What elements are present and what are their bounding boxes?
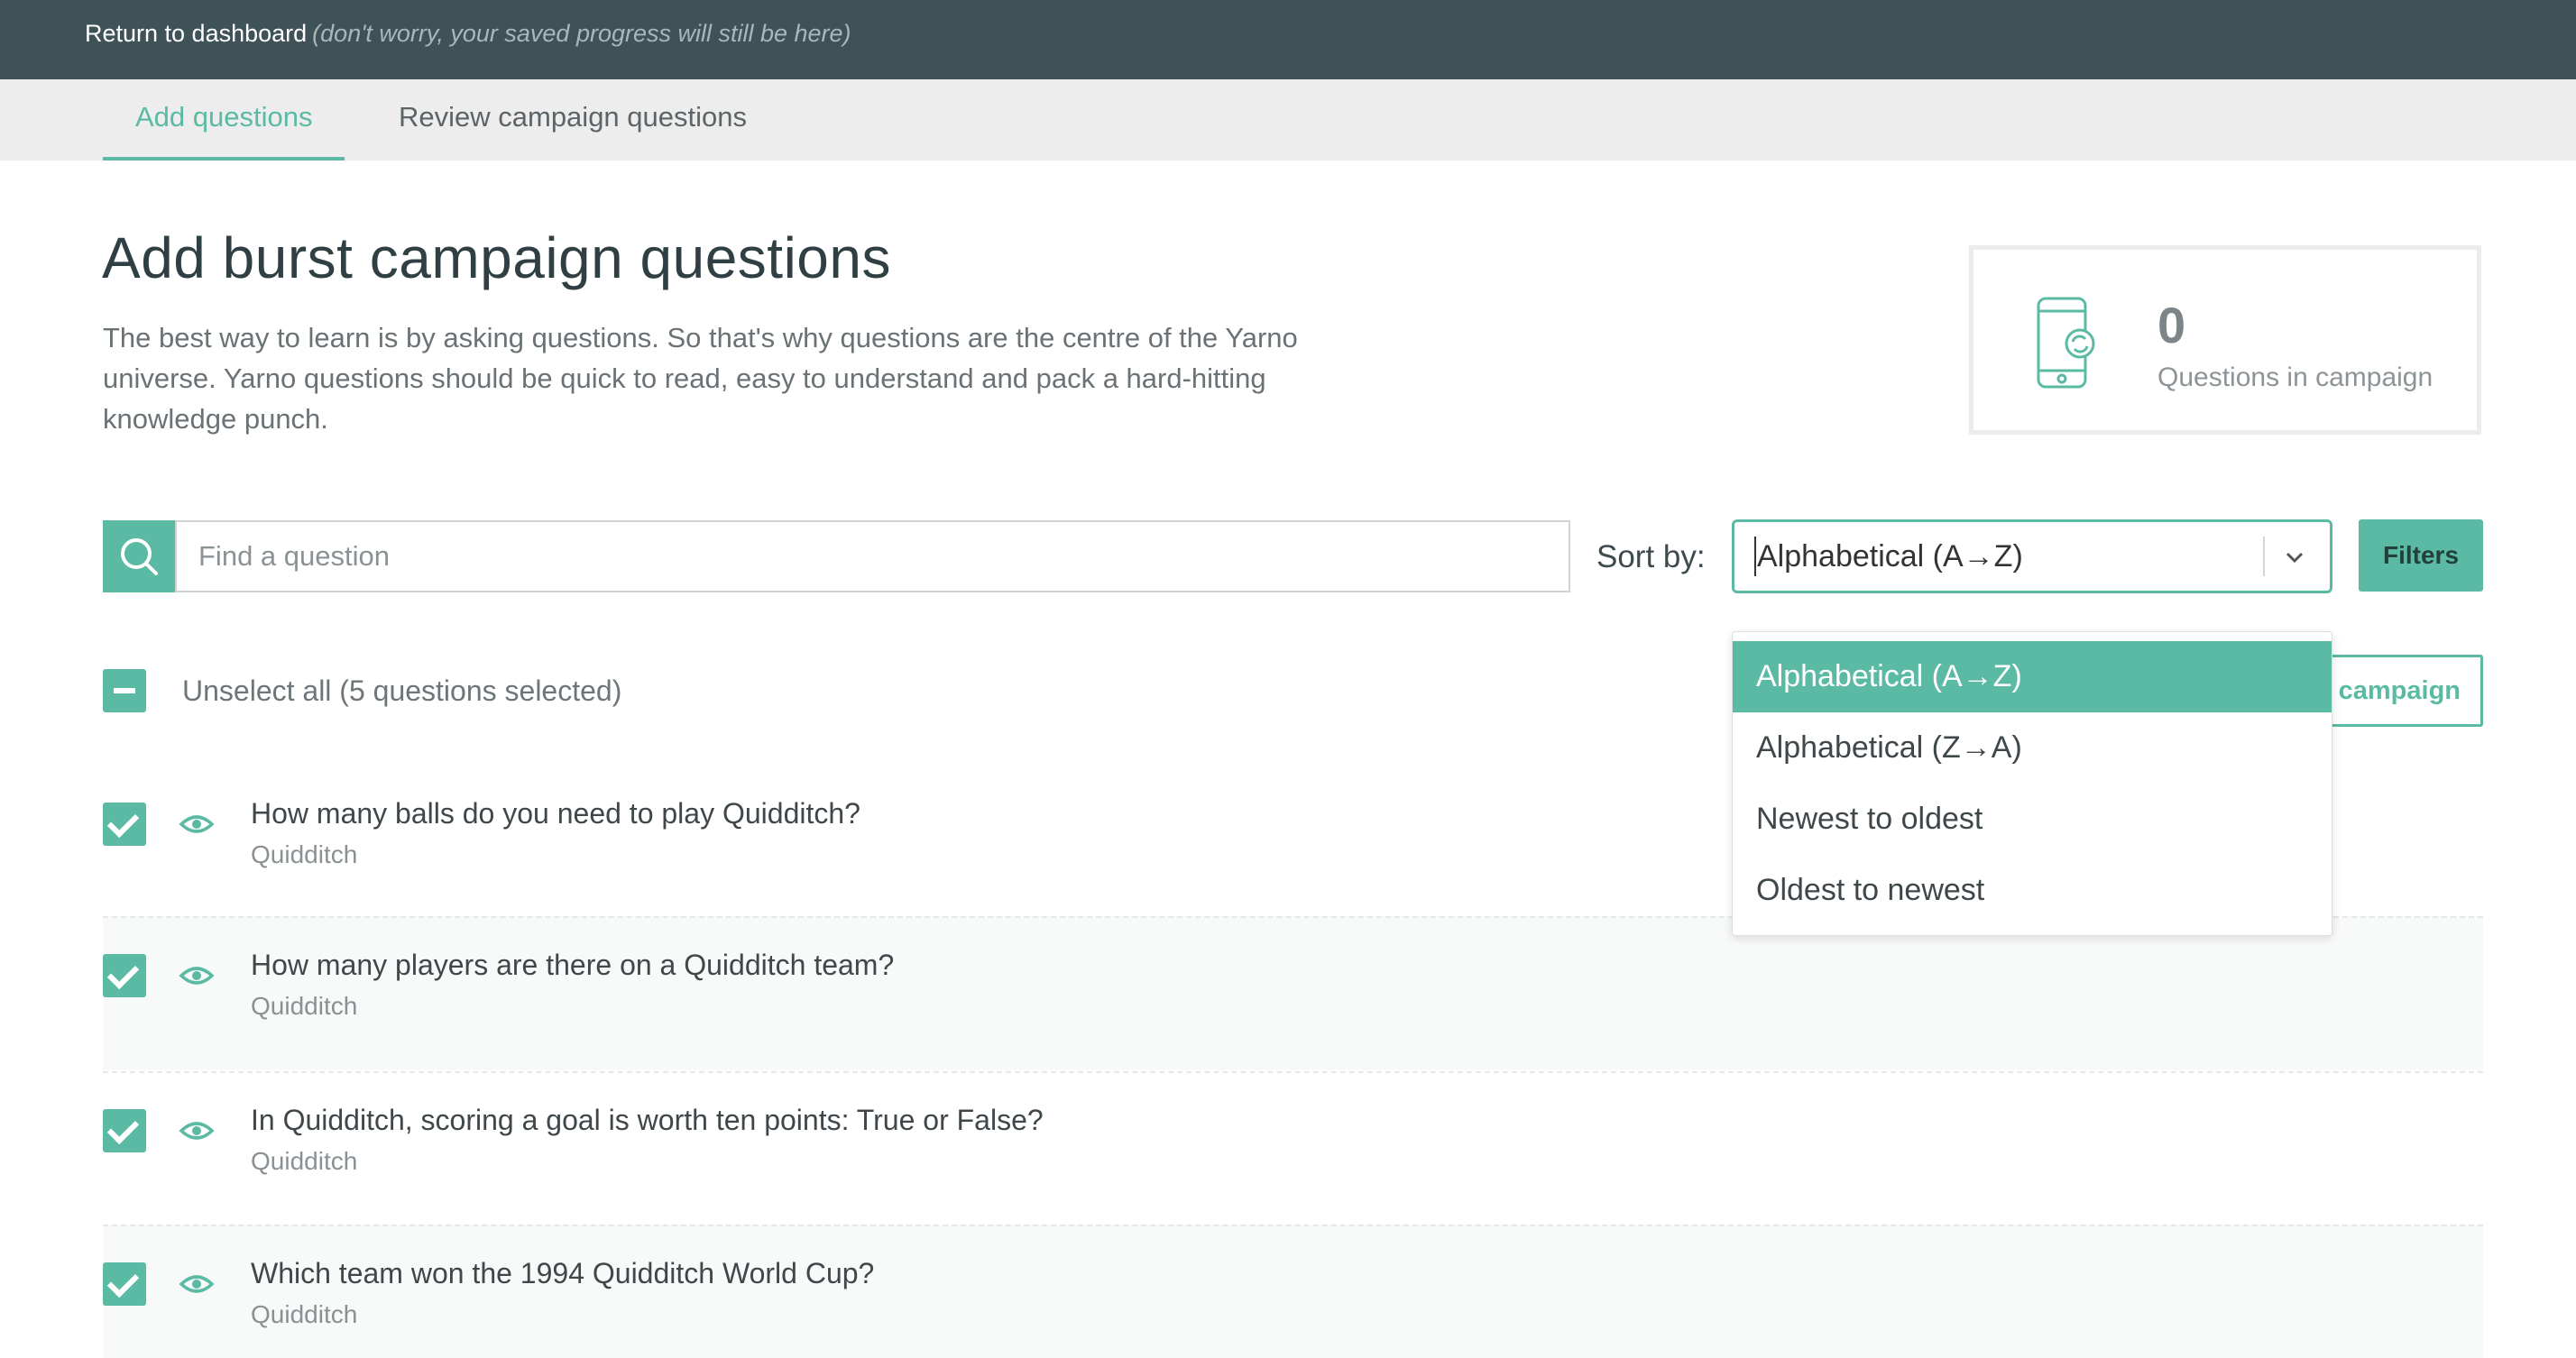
unselect-all-label[interactable]: Unselect all (5 questions selected) [182, 671, 621, 711]
question-checkbox[interactable] [103, 1109, 146, 1152]
tab-bar: Add questions Review campaign questions [0, 79, 2576, 161]
return-to-dashboard-link[interactable]: Return to dashboard (don't worry, your sa… [85, 17, 851, 50]
question-tag: Quidditch [251, 1147, 358, 1175]
question-tag: Quidditch [251, 992, 358, 1020]
search-icon [121, 538, 158, 575]
return-label[interactable]: Return to dashboard [85, 20, 307, 47]
question-text: How many balls do you need to play Quidd… [251, 797, 860, 830]
question-text: In Quidditch, scoring a goal is worth te… [251, 1104, 1044, 1136]
filters-button[interactable]: Filters [2359, 519, 2483, 592]
eye-icon[interactable] [179, 1271, 215, 1297]
sort-option-alpha-asc[interactable]: Alphabetical (A→Z) [1733, 641, 2332, 712]
sort-separator [2263, 537, 2265, 576]
question-tag: Quidditch [251, 1300, 358, 1328]
sort-option-newest[interactable]: Newest to oldest [1733, 784, 2332, 855]
questions-count-card: 0 Questions in campaign [1969, 245, 2481, 435]
chevron-down-icon[interactable] [2281, 544, 2308, 571]
question-row[interactable]: In Quidditch, scoring a goal is worth te… [103, 1071, 2483, 1225]
question-text: How many players are there on a Quidditc… [251, 949, 895, 981]
sort-option-oldest[interactable]: Oldest to newest [1733, 855, 2332, 926]
eye-icon[interactable] [179, 1118, 215, 1143]
tab-review-campaign-questions[interactable]: Review campaign questions [366, 79, 779, 161]
page-intro: The best way to learn is by asking quest… [103, 322, 1298, 435]
question-row[interactable]: How many players are there on a Quidditc… [103, 916, 2483, 1070]
page-title: Add burst campaign questions [102, 225, 891, 290]
question-tag: Quidditch [251, 840, 358, 868]
questions-count-label: Questions in campaign [2157, 362, 2433, 392]
phone-sync-icon [2037, 297, 2095, 389]
sort-select[interactable]: Alphabetical (A→Z) [1732, 519, 2332, 593]
questions-count: 0 [2157, 297, 2186, 353]
top-bar: Return to dashboard (don't worry, your sa… [0, 0, 2576, 79]
eye-icon[interactable] [179, 963, 215, 988]
sort-dropdown-menu: Alphabetical (A→Z) Alphabetical (Z→A) Ne… [1732, 631, 2332, 936]
question-text: Which team won the 1994 Quidditch World … [251, 1257, 875, 1289]
sort-selected-value[interactable]: Alphabetical (A→Z) [1754, 537, 2023, 576]
question-row[interactable]: Which team won the 1994 Quidditch World … [103, 1225, 2483, 1358]
eye-icon[interactable] [179, 812, 215, 837]
search-input[interactable] [175, 520, 1570, 592]
question-checkbox[interactable] [103, 954, 146, 997]
return-note: (don't worry, your saved progress will s… [312, 20, 851, 47]
sort-by-label: Sort by: [1596, 539, 1706, 574]
search-button[interactable] [103, 520, 175, 592]
unselect-all-checkbox[interactable] [103, 669, 146, 712]
sort-option-alpha-desc[interactable]: Alphabetical (Z→A) [1733, 712, 2332, 784]
tab-add-questions[interactable]: Add questions [103, 79, 345, 161]
question-checkbox[interactable] [103, 1262, 146, 1306]
question-checkbox[interactable] [103, 803, 146, 846]
